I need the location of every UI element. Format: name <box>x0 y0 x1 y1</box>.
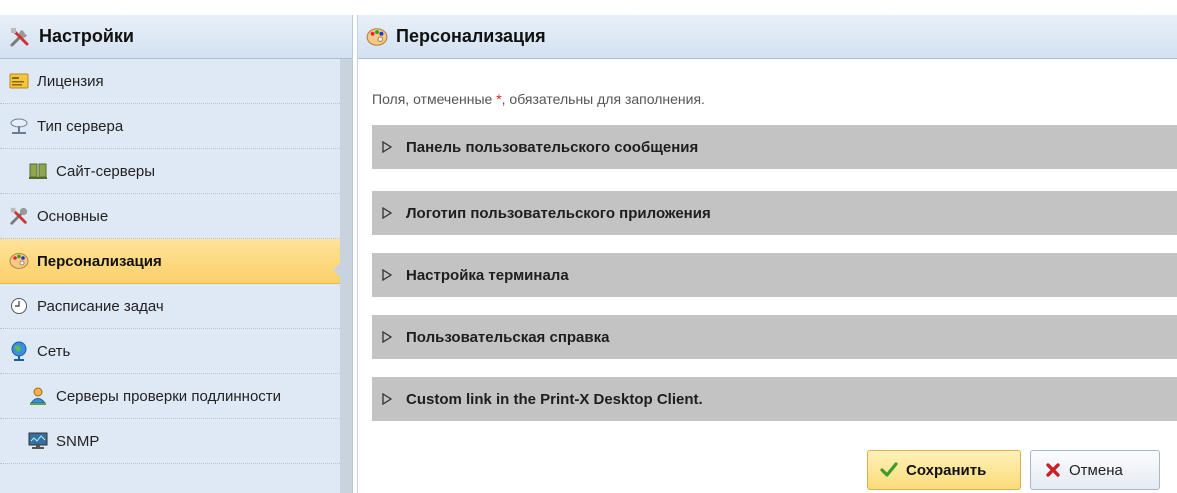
palette-icon <box>366 27 388 47</box>
nav-item-label: Серверы проверки подлинности <box>56 387 282 405</box>
sidebar-scrollbar[interactable] <box>340 59 352 493</box>
section-label: Custom link in the Print-X Desktop Clien… <box>406 390 703 408</box>
nav-item-label: Тип сервера <box>37 117 124 135</box>
section-custom-message-panel[interactable]: Панель пользовательского сообщения <box>372 125 1177 169</box>
section-label: Логотип пользовательского приложения <box>406 204 711 222</box>
close-icon <box>1045 462 1061 478</box>
active-item-pointer <box>333 263 340 277</box>
section-label: Пользовательская справка <box>406 328 610 346</box>
save-button[interactable]: Сохранить <box>867 450 1021 490</box>
required-fields-hint: Поля, отмеченные *, обязательны для запо… <box>372 91 705 107</box>
nav-item-general[interactable]: Основные <box>0 194 340 239</box>
content-panel: Персонализация Поля, отмеченные *, обяза… <box>357 15 1177 493</box>
nav-item-label: Сеть <box>37 342 71 360</box>
nav-item-license[interactable]: Лицензия <box>0 59 340 104</box>
settings-header: Настройки <box>0 15 352 59</box>
clock-icon <box>9 296 29 316</box>
save-label: Сохранить <box>906 461 987 479</box>
network-icon <box>9 341 29 361</box>
settings-sidebar: Настройки Лицензия Тип сервера Сайт-серв… <box>0 15 353 493</box>
expand-triangle-icon <box>382 207 394 219</box>
nav-item-auth-servers[interactable]: Серверы проверки подлинности <box>0 374 340 419</box>
palette-icon <box>9 251 29 271</box>
cancel-label: Отмена <box>1069 461 1123 479</box>
tools-icon <box>9 206 29 226</box>
cancel-button[interactable]: Отмена <box>1030 450 1160 490</box>
section-label: Панель пользовательского сообщения <box>406 138 699 156</box>
nav-item-server-type[interactable]: Тип сервера <box>0 104 340 149</box>
nav-item-label: Лицензия <box>37 72 104 90</box>
section-custom-app-logo[interactable]: Логотип пользовательского приложения <box>372 191 1177 235</box>
tools-icon <box>9 26 31 48</box>
nav-item-label: SNMP <box>56 432 100 450</box>
nav-item-site-servers[interactable]: Сайт-серверы <box>0 149 340 194</box>
section-terminal-settings[interactable]: Настройка терминала <box>372 253 1177 297</box>
hint-text: Поля, отмеченные <box>372 91 497 107</box>
section-custom-help[interactable]: Пользовательская справка <box>372 315 1177 359</box>
settings-nav: Лицензия Тип сервера Сайт-серверы Основн… <box>0 59 340 464</box>
expand-triangle-icon <box>382 393 394 405</box>
expand-triangle-icon <box>382 331 394 343</box>
content-header: Персонализация <box>358 15 1177 59</box>
hint-text-end: , обязательны для заполнения. <box>501 91 705 107</box>
settings-title: Настройки <box>39 26 134 46</box>
nav-item-personalization[interactable]: Персонализация <box>0 239 340 284</box>
page-title: Персонализация <box>396 26 546 46</box>
nav-item-label: Сайт-серверы <box>56 162 156 180</box>
nav-item-snmp[interactable]: SNMP <box>0 419 340 464</box>
expand-triangle-icon <box>382 141 394 153</box>
license-icon <box>9 71 29 91</box>
nav-item-label: Основные <box>37 207 109 225</box>
nav-item-label: Персонализация <box>37 252 162 270</box>
user-icon <box>28 386 48 406</box>
section-label: Настройка терминала <box>406 266 569 284</box>
monitor-icon <box>28 431 48 451</box>
expand-triangle-icon <box>382 269 394 281</box>
section-custom-link[interactable]: Custom link in the Print-X Desktop Clien… <box>372 377 1177 421</box>
nav-item-network[interactable]: Сеть <box>0 329 340 374</box>
checkmark-icon <box>880 462 898 478</box>
server-type-icon <box>9 116 29 136</box>
nav-item-label: Расписание задач <box>37 297 164 315</box>
site-servers-icon <box>28 161 48 181</box>
nav-item-task-schedule[interactable]: Расписание задач <box>0 284 340 329</box>
